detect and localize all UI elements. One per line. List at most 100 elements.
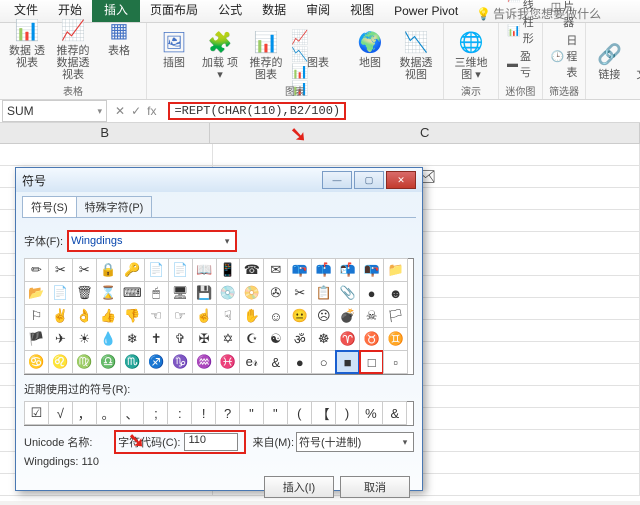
recent-symbol[interactable]: 。 xyxy=(96,401,121,425)
symbol-cell[interactable]: ♐ xyxy=(144,350,169,374)
recent-symbol[interactable]: 【 xyxy=(311,401,336,425)
symbol-cell[interactable]: ☀ xyxy=(72,327,97,351)
symbol-cell[interactable]: ☞ xyxy=(168,304,193,328)
symbol-cell[interactable]: ♋ xyxy=(24,350,49,374)
tab-review[interactable]: 审阅 xyxy=(296,0,340,22)
formula-input[interactable]: =REPT(CHAR(110),B2/100) xyxy=(162,102,640,120)
name-box[interactable]: SUM▾ xyxy=(2,100,107,122)
symbol-cell[interactable]: □ xyxy=(359,350,384,374)
symbol-cell[interactable]: ● xyxy=(359,281,384,305)
from-combo[interactable]: 符号(十进制)▾ xyxy=(296,432,414,452)
fx-confirm[interactable]: ✓ xyxy=(131,104,141,118)
symbol-cell[interactable]: ✋ xyxy=(239,304,264,328)
btn-illustrations[interactable]: 🖼插图 xyxy=(151,25,197,69)
symbol-cell[interactable]: & xyxy=(263,350,288,374)
symbol-cell[interactable]: 🔒 xyxy=(96,258,121,282)
recent-symbol[interactable]: & xyxy=(382,401,407,425)
tab-powerpivot[interactable]: Power Pivot xyxy=(384,1,468,22)
symbol-cell[interactable]: ✂ xyxy=(287,281,312,305)
btn-text[interactable]: A文本 xyxy=(628,37,640,81)
btn-charts[interactable]: 📈📉📊📊图表 xyxy=(289,25,347,69)
symbol-cell[interactable]: ♑ xyxy=(168,350,193,374)
symbol-cell[interactable]: 📪 xyxy=(287,258,312,282)
btn-3dmap[interactable]: 🌐三维地 图 ▾ xyxy=(448,25,494,81)
char-code-field[interactable]: 110 xyxy=(184,433,238,451)
symbol-cell[interactable]: 📄 xyxy=(48,281,73,305)
symbol-cell[interactable]: 👎 xyxy=(120,304,145,328)
dialog-tab-symbols[interactable]: 符号(S) xyxy=(22,196,77,217)
close-button[interactable]: ✕ xyxy=(386,171,416,189)
symbol-cell[interactable]: ♓ xyxy=(216,350,241,374)
symbol-cell[interactable]: 📀 xyxy=(239,281,264,305)
fx-button[interactable]: fx xyxy=(147,104,156,118)
symbol-cell[interactable]: ● xyxy=(287,350,312,374)
symbol-cell[interactable]: ✂ xyxy=(48,258,73,282)
symbol-cell[interactable]: ♊ xyxy=(383,327,408,351)
symbol-cell[interactable]: ○ xyxy=(311,350,336,374)
font-combo[interactable]: Wingdings▾ xyxy=(67,230,237,252)
symbol-cell[interactable]: 📂 xyxy=(24,281,49,305)
cell-value[interactable] xyxy=(213,144,640,166)
tell-me[interactable]: 💡 告诉我您想要做什么 xyxy=(476,5,601,22)
recent-symbol[interactable]: √ xyxy=(48,401,73,425)
recent-symbol[interactable]: ☑ xyxy=(24,401,49,425)
btn-recommended-pivot[interactable]: 📈推荐的 数据透视表 xyxy=(50,13,96,81)
symbol-cell[interactable]: ♎ xyxy=(96,350,121,374)
symbol-cell[interactable]: 💾 xyxy=(192,281,217,305)
symbol-cell[interactable]: 👍 xyxy=(96,304,121,328)
symbol-cell[interactable]: 💿 xyxy=(216,281,241,305)
symbol-cell[interactable]: ☟ xyxy=(216,304,241,328)
symbol-cell[interactable]: ☸ xyxy=(311,327,336,351)
symbol-cell[interactable]: ⌛ xyxy=(96,281,121,305)
symbol-cell[interactable]: ♈ xyxy=(335,327,360,351)
symbol-cell[interactable]: ✌ xyxy=(48,304,73,328)
btn-sparkline-line[interactable]: 📈 折线 xyxy=(503,0,538,13)
recent-symbol[interactable]: 、 xyxy=(120,401,145,425)
tab-layout[interactable]: 页面布局 xyxy=(140,0,208,22)
dialog-tab-special[interactable]: 特殊字符(P) xyxy=(76,196,153,217)
btn-table[interactable]: ▦表格 xyxy=(96,13,142,57)
symbol-cell[interactable]: ♍ xyxy=(72,350,97,374)
symbol-cell[interactable]: ♒ xyxy=(192,350,217,374)
symbol-cell[interactable]: ☹ xyxy=(311,304,336,328)
symbol-cell[interactable]: ■ xyxy=(335,350,360,374)
symbol-cell[interactable]: 📫 xyxy=(311,258,336,282)
minimize-button[interactable]: — xyxy=(322,171,352,189)
btn-pivotchart[interactable]: 📉数据透视图 xyxy=(393,25,439,81)
symbol-cell[interactable]: 📄 xyxy=(168,258,193,282)
recent-symbol[interactable]: % xyxy=(358,401,383,425)
maximize-button[interactable]: ▢ xyxy=(354,171,384,189)
symbol-cell[interactable]: ☝ xyxy=(192,304,217,328)
symbol-cell[interactable]: 👌 xyxy=(72,304,97,328)
symbol-cell[interactable]: ✇ xyxy=(263,281,288,305)
symbol-cell[interactable]: ✞ xyxy=(168,327,193,351)
symbol-cell[interactable]: 🔑 xyxy=(120,258,145,282)
symbol-cell[interactable]: 📁 xyxy=(383,258,408,282)
recent-symbol[interactable]: ; xyxy=(143,401,168,425)
btn-sparkline-column[interactable]: 📊 柱形 xyxy=(503,13,538,47)
symbol-cell[interactable]: ✂ xyxy=(72,258,97,282)
recent-symbol[interactable]: ( xyxy=(287,401,312,425)
symbol-cell[interactable]: 📄 xyxy=(144,258,169,282)
symbol-cell[interactable]: ⚐ xyxy=(24,304,49,328)
insert-button[interactable]: 插入(I) xyxy=(264,476,334,498)
symbol-cell[interactable]: ✏ xyxy=(24,258,49,282)
symbol-cell[interactable]: 🏴 xyxy=(24,327,49,351)
symbol-cell[interactable]: ❄ xyxy=(120,327,145,351)
recent-symbol[interactable]: " xyxy=(263,401,288,425)
recent-symbol[interactable]: ! xyxy=(191,401,216,425)
tab-data[interactable]: 数据 xyxy=(252,0,296,22)
btn-pivottable[interactable]: 📊数据 透视表 xyxy=(4,13,50,69)
cancel-button[interactable]: 取消 xyxy=(340,476,410,498)
btn-addins[interactable]: 🧩加载 项 ▾ xyxy=(197,25,243,81)
symbol-cell[interactable]: 📭 xyxy=(359,258,384,282)
recent-symbol[interactable]: : xyxy=(167,401,192,425)
symbol-cell[interactable]: ▫ xyxy=(383,350,408,374)
symbol-cell[interactable]: 💣 xyxy=(335,304,360,328)
symbol-cell[interactable]: ☪ xyxy=(239,327,264,351)
symbol-cell[interactable]: 📋 xyxy=(311,281,336,305)
symbol-cell[interactable]: ☺ xyxy=(263,304,288,328)
recent-symbol[interactable]: ) xyxy=(335,401,360,425)
recent-symbol[interactable]: ? xyxy=(215,401,240,425)
recent-symbol[interactable]: ， xyxy=(72,401,97,425)
